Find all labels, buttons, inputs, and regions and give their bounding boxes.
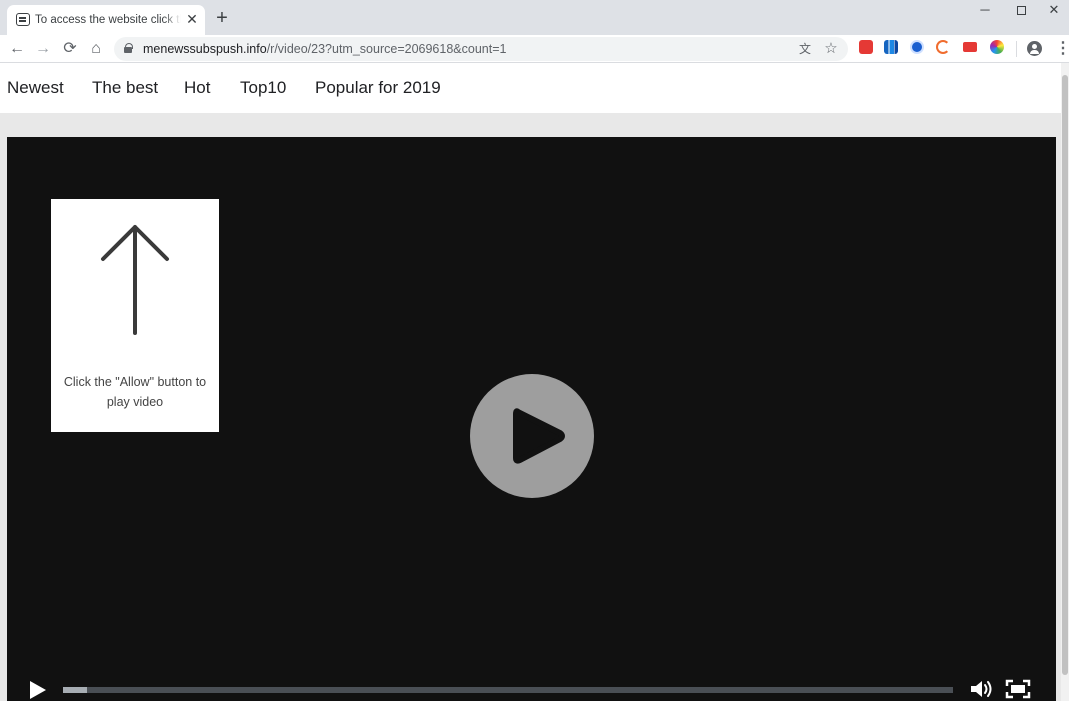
big-play-button[interactable] bbox=[470, 374, 594, 498]
bookmark-star-icon[interactable]: ☆ bbox=[822, 40, 840, 58]
browser-toolbar: ← → ⟳ ⌂ menewssubspush.info/r/video/23?u… bbox=[0, 35, 1069, 63]
progress-bar-fill bbox=[63, 687, 88, 693]
browser-menu-icon[interactable]: ⋮ bbox=[1055, 39, 1069, 59]
video-favicon-icon bbox=[16, 13, 30, 26]
tab-title: To access the website click the "Allow" … bbox=[35, 14, 181, 26]
progress-bar[interactable] bbox=[63, 687, 953, 693]
url-text[interactable]: menewssubspush.info/r/video/23?utm_sourc… bbox=[143, 41, 506, 57]
scrollbar-thumb[interactable] bbox=[1062, 75, 1068, 675]
address-bar[interactable]: menewssubspush.info/r/video/23?utm_sourc… bbox=[114, 37, 848, 61]
profile-avatar-icon[interactable] bbox=[1027, 41, 1042, 56]
nav-link-hot[interactable]: Hot bbox=[184, 78, 210, 98]
swirl-extension-icon[interactable] bbox=[936, 40, 950, 54]
tab-strip: To access the website click the "Allow" … bbox=[0, 0, 1069, 35]
maximize-button[interactable] bbox=[1001, 0, 1041, 22]
nav-link-top10[interactable]: Top10 bbox=[240, 78, 286, 98]
map-extension-icon[interactable] bbox=[884, 40, 898, 54]
nav-link-the-best[interactable]: The best bbox=[92, 78, 158, 98]
allow-prompt-text: Click the "Allow" button to play video bbox=[63, 375, 207, 409]
badge-extension-icon[interactable] bbox=[910, 40, 924, 54]
page-content: Newest The best Hot Top10 Popular for 20… bbox=[0, 63, 1069, 701]
window-close-button[interactable]: ✕ bbox=[1039, 0, 1069, 22]
minimize-button[interactable]: ─ bbox=[965, 0, 1005, 22]
browser-tab[interactable]: To access the website click the "Allow" … bbox=[7, 5, 205, 35]
home-button[interactable]: ⌂ bbox=[85, 38, 107, 60]
translate-icon[interactable]: 文 bbox=[796, 40, 814, 58]
tab-close-icon[interactable]: ✕ bbox=[184, 11, 200, 27]
back-button[interactable]: ← bbox=[6, 38, 28, 60]
url-path: /r/video/23?utm_source=2069618&count=1 bbox=[266, 42, 507, 56]
arrow-up-icon bbox=[101, 225, 169, 335]
control-play-icon[interactable] bbox=[29, 680, 47, 700]
player-controls bbox=[7, 677, 1056, 701]
lock-icon[interactable] bbox=[124, 43, 133, 53]
reload-button[interactable]: ⟳ bbox=[59, 38, 81, 60]
forward-button[interactable]: → bbox=[32, 38, 54, 60]
nav-link-popular-2019[interactable]: Popular for 2019 bbox=[315, 78, 441, 98]
pdf-extension-icon[interactable] bbox=[859, 40, 873, 54]
maximize-icon bbox=[1016, 6, 1026, 15]
new-tab-button[interactable]: + bbox=[212, 8, 232, 28]
play-icon bbox=[513, 408, 565, 464]
color-picker-extension-icon[interactable] bbox=[990, 40, 1004, 54]
toolbar-divider bbox=[1016, 41, 1017, 57]
fullscreen-icon[interactable] bbox=[1005, 679, 1031, 699]
site-navigation: Newest The best Hot Top10 Popular for 20… bbox=[0, 63, 1061, 113]
red-extension-icon[interactable] bbox=[963, 42, 977, 52]
page-scrollbar[interactable] bbox=[1061, 63, 1069, 701]
url-host: menewssubspush.info bbox=[143, 42, 267, 56]
volume-icon[interactable] bbox=[969, 679, 995, 699]
nav-link-newest[interactable]: Newest bbox=[7, 78, 64, 98]
video-player[interactable]: Click the "Allow" button to play video bbox=[7, 137, 1056, 701]
browser-window: To access the website click the "Allow" … bbox=[0, 0, 1069, 701]
allow-prompt-card: Click the "Allow" button to play video bbox=[51, 199, 219, 432]
